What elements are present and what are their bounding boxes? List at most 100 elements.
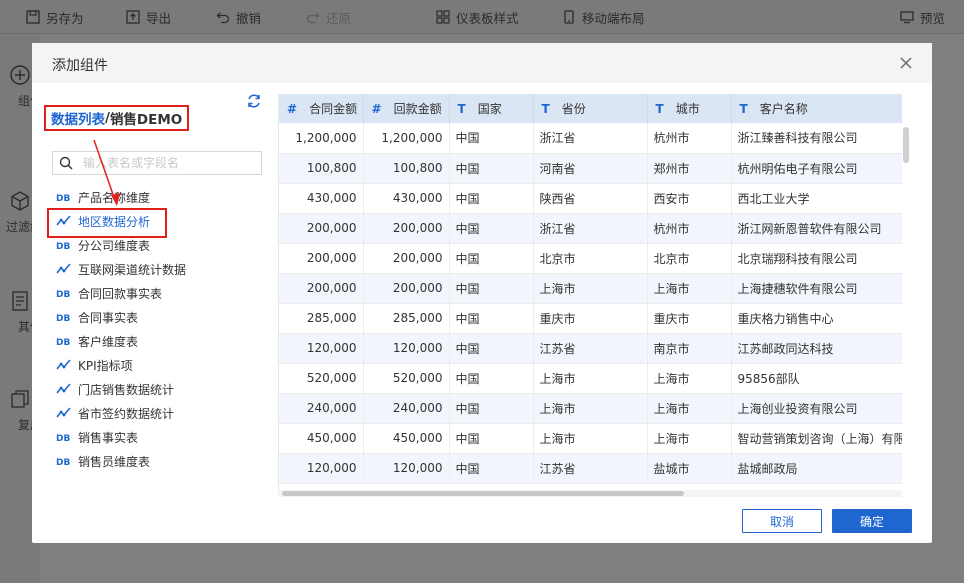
table-cell: 浙江网新恩普软件有限公司 <box>731 213 902 244</box>
save-as-label: 另存为 <box>46 10 84 26</box>
redo-label: 还原 <box>326 10 352 26</box>
table-cell: 上海市 <box>647 273 732 304</box>
table-list-item[interactable]: DB 产品名称维度 <box>56 185 266 209</box>
cancel-button[interactable]: 取消 <box>742 509 822 533</box>
table-cell: 240,000 <box>363 393 450 424</box>
table-cell: 上海捷穗软件有限公司 <box>731 273 902 304</box>
table-cell: 95856部队 <box>731 363 902 394</box>
table-cell: 120,000 <box>363 453 450 484</box>
column-header[interactable]: T 城市 <box>647 94 732 123</box>
table-list-item[interactable]: DB 销售事实表 <box>56 425 266 449</box>
redo-button[interactable]: 还原 <box>306 0 351 34</box>
table-cell: 上海市 <box>647 363 732 394</box>
preview-label: 预览 <box>920 10 946 26</box>
table-list-item[interactable]: 省市签约数据统计 <box>56 401 266 425</box>
db-table-icon: DB <box>56 287 72 299</box>
export-button[interactable]: 导出 <box>126 0 171 34</box>
db-table-icon: DB <box>56 335 72 347</box>
table-cell: 上海市 <box>533 393 648 424</box>
table-list-item[interactable]: 门店销售数据统计 <box>56 377 266 401</box>
table-row: 285,000 285,000 中国 重庆市 重庆市 重庆格力销售中心 <box>279 303 902 334</box>
svg-text:DB: DB <box>56 314 70 323</box>
table-list-item[interactable]: DB 销售员维度表 <box>56 449 266 473</box>
table-cell: 上海市 <box>533 273 648 304</box>
grid-icon <box>436 10 450 24</box>
table-row: 200,000 200,000 中国 浙江省 杭州市 浙江网新恩普软件有限公司 <box>279 213 902 244</box>
svg-text:DB: DB <box>56 194 70 203</box>
close-icon[interactable] <box>898 55 914 71</box>
table-cell: 上海市 <box>533 363 648 394</box>
table-cell: 200,000 <box>363 213 450 244</box>
table-list-item-label: 客户维度表 <box>78 334 139 349</box>
table-list-item-label: 互联网渠道统计数据 <box>78 262 187 277</box>
svg-text:DB: DB <box>56 338 70 347</box>
table-row: 100,800 100,800 中国 河南省 郑州市 杭州明佑电子有限公司 <box>279 153 902 184</box>
document-icon <box>9 290 31 312</box>
svg-text:DB: DB <box>56 290 70 299</box>
svg-text:DB: DB <box>56 434 70 443</box>
undo-label: 撤销 <box>236 10 262 26</box>
table-list-item[interactable]: 地区数据分析 <box>47 208 266 238</box>
horizontal-scrollbar[interactable] <box>282 491 684 496</box>
table-cell: 浙江省 <box>533 213 648 244</box>
table-cell: 上海创业投资有限公司 <box>731 393 902 424</box>
vertical-scrollbar[interactable] <box>903 127 909 163</box>
column-header[interactable]: T 国家 <box>449 94 534 123</box>
add-component-dialog: 添加组件 数据列表 / 销售DEMO DB 产品名称维度地区数据分析 DB 分公司维度… <box>32 43 932 543</box>
table-cell: 中国 <box>449 453 534 484</box>
table-list-item-label: 地区数据分析 <box>78 214 151 229</box>
table-cell: 1,200,000 <box>279 123 364 154</box>
dialog-header: 添加组件 <box>32 43 932 83</box>
text-field-icon: T <box>457 102 466 116</box>
mobile-layout-button[interactable]: 移动端布局 <box>562 0 645 34</box>
table-cell: 100,800 <box>279 153 364 184</box>
table-cell: 南京市 <box>647 333 732 364</box>
db-table-icon: DB <box>56 431 72 443</box>
table-cell: 450,000 <box>363 423 450 454</box>
dialog-title: 添加组件 <box>52 58 108 74</box>
column-header[interactable]: # 回款金额 <box>363 94 450 123</box>
breadcrumb: 数据列表 / 销售DEMO <box>44 105 190 131</box>
export-label: 导出 <box>146 10 172 26</box>
table-cell: 中国 <box>449 333 534 364</box>
table-cell: 重庆市 <box>647 303 732 334</box>
save-as-button[interactable]: 另存为 <box>26 0 84 34</box>
table-row: 450,000 450,000 中国 上海市 上海市 智动营销策划咨询（上海）有限 <box>279 423 902 454</box>
table-row: 200,000 200,000 中国 上海市 上海市 上海捷穗软件有限公司 <box>279 273 902 304</box>
table-row: 240,000 240,000 中国 上海市 上海市 上海创业投资有限公司 <box>279 393 902 424</box>
table-cell: 200,000 <box>363 243 450 274</box>
dashboard-style-button[interactable]: 仪表板样式 <box>436 0 519 34</box>
search-box[interactable] <box>52 151 262 175</box>
table-cell: 杭州明佑电子有限公司 <box>731 153 902 184</box>
table-cell: 上海市 <box>647 393 732 424</box>
table-cell: 520,000 <box>279 363 364 394</box>
db-table-icon: DB <box>56 239 72 251</box>
breadcrumb-data-list-link[interactable]: 数据列表 <box>51 108 105 128</box>
table-list-item[interactable]: KPI指标项 <box>56 353 266 377</box>
table-list-item[interactable]: DB 合同回款事实表 <box>56 281 266 305</box>
table-list-item[interactable]: DB 客户维度表 <box>56 329 266 353</box>
column-header-label: 回款金额 <box>393 102 442 116</box>
table-cell: 西安市 <box>647 183 732 214</box>
table-list-item[interactable]: 互联网渠道统计数据 <box>56 257 266 281</box>
table-cell: 河南省 <box>533 153 648 184</box>
confirm-button[interactable]: 确定 <box>832 509 912 533</box>
refresh-icon[interactable] <box>246 93 262 109</box>
numeric-field-icon: # <box>371 102 382 116</box>
table-cell: 450,000 <box>279 423 364 454</box>
table-cell: 285,000 <box>363 303 450 334</box>
table-cell: 120,000 <box>279 333 364 364</box>
table-list: DB 产品名称维度 地区数据分析 DB 分公司维度表 互联网渠道统计数据 DB 合同回款事实表… <box>47 185 266 473</box>
table-list-item-label: 省市签约数据统计 <box>78 406 175 421</box>
column-header-label: 省份 <box>561 102 586 116</box>
table-list-item[interactable]: DB 合同事实表 <box>56 305 266 329</box>
table-cell: 浙江臻善科技有限公司 <box>731 123 902 154</box>
column-header[interactable]: T 省份 <box>533 94 648 123</box>
plus-circle-icon <box>9 64 31 86</box>
undo-button[interactable]: 撤销 <box>216 0 261 34</box>
search-input[interactable] <box>83 156 253 170</box>
preview-button[interactable]: 预览 <box>900 0 945 34</box>
column-header[interactable]: T 客户名称 <box>731 94 902 123</box>
table-cell: 北京瑞翔科技有限公司 <box>731 243 902 274</box>
column-header[interactable]: # 合同金额 <box>279 94 364 123</box>
